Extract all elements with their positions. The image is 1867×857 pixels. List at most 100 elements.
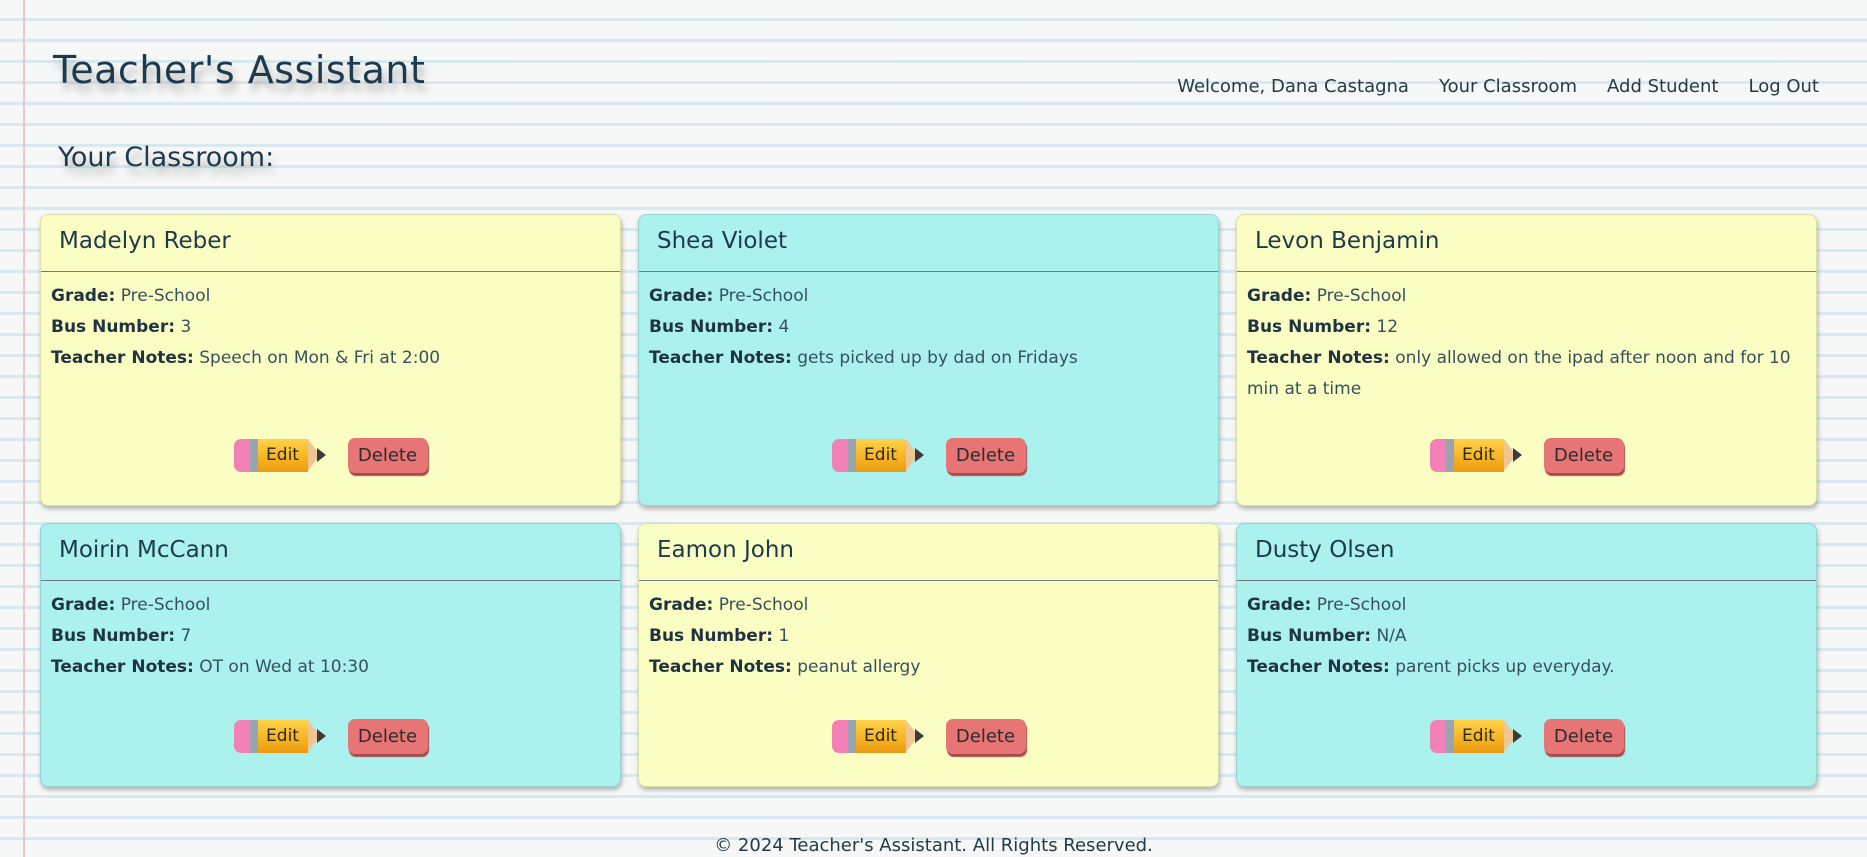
edit-label: Edit	[864, 726, 897, 746]
notes-label: Teacher Notes:	[1247, 348, 1390, 368]
student-card-grid: Madelyn Reber Grade: Pre-School Bus Numb…	[40, 214, 1818, 787]
bus-label: Bus Number:	[51, 317, 176, 337]
delete-button[interactable]: Delete	[1543, 718, 1624, 754]
grade-value: Pre-School	[1316, 286, 1407, 306]
card-actions: Edit Delete	[41, 717, 620, 755]
card-actions: Edit Delete	[639, 436, 1218, 474]
pencil-ferrule-icon	[1445, 720, 1454, 753]
delete-button[interactable]: Delete	[347, 718, 428, 754]
grade-row: Grade: Pre-School	[51, 281, 610, 312]
student-details: Grade: Pre-School Bus Number: 4 Teacher …	[639, 272, 1218, 374]
student-name: Shea Violet	[639, 215, 1218, 272]
pencil-lead-icon	[1512, 448, 1522, 462]
notes-value: parent picks up everyday.	[1395, 657, 1615, 677]
notes-label: Teacher Notes:	[649, 348, 792, 368]
bus-row: Bus Number: 12	[1247, 312, 1806, 343]
bus-row: Bus Number: 7	[51, 621, 610, 652]
notes-row: Teacher Notes: Speech on Mon & Fri at 2:…	[51, 343, 610, 374]
notes-value: Speech on Mon & Fri at 2:00	[199, 348, 441, 368]
grade-row: Grade: Pre-School	[1247, 590, 1806, 621]
grade-value: Pre-School	[120, 286, 211, 306]
notes-row: Teacher Notes: OT on Wed at 10:30	[51, 652, 610, 683]
student-name: Dusty Olsen	[1237, 524, 1816, 581]
top-nav: Welcome, Dana Castagna Your Classroom Ad…	[1177, 76, 1819, 97]
card-actions: Edit Delete	[1237, 717, 1816, 755]
app-title: Teacher's Assistant	[53, 48, 426, 92]
card-actions: Edit Delete	[41, 436, 620, 474]
edit-button[interactable]: Edit	[233, 717, 328, 755]
bus-label: Bus Number:	[51, 626, 176, 646]
grade-row: Grade: Pre-School	[1247, 281, 1806, 312]
pencil-eraser-icon	[831, 439, 848, 472]
notes-row: Teacher Notes: peanut allergy	[649, 652, 1208, 683]
edit-label: Edit	[1462, 445, 1495, 465]
delete-button[interactable]: Delete	[1543, 437, 1624, 473]
student-card: Dusty Olsen Grade: Pre-School Bus Number…	[1236, 523, 1817, 787]
pencil-lead-icon	[914, 448, 924, 462]
grade-value: Pre-School	[718, 286, 809, 306]
card-actions: Edit Delete	[639, 717, 1218, 755]
notes-label: Teacher Notes:	[51, 348, 194, 368]
bus-value: 12	[1376, 317, 1399, 337]
student-details: Grade: Pre-School Bus Number: 7 Teacher …	[41, 581, 620, 683]
pencil-eraser-icon	[233, 720, 250, 753]
welcome-text: Welcome, Dana Castagna	[1177, 76, 1409, 97]
pencil-lead-icon	[316, 729, 326, 743]
student-card: Shea Violet Grade: Pre-School Bus Number…	[638, 214, 1219, 506]
bus-label: Bus Number:	[1247, 626, 1372, 646]
pencil-ferrule-icon	[1445, 439, 1454, 472]
edit-label: Edit	[864, 445, 897, 465]
bus-row: Bus Number: 1	[649, 621, 1208, 652]
bus-label: Bus Number:	[649, 317, 774, 337]
student-card: Madelyn Reber Grade: Pre-School Bus Numb…	[40, 214, 621, 506]
edit-button[interactable]: Edit	[233, 436, 328, 474]
bus-row: Bus Number: N/A	[1247, 621, 1806, 652]
pencil-eraser-icon	[233, 439, 250, 472]
grade-row: Grade: Pre-School	[649, 281, 1208, 312]
edit-label: Edit	[266, 726, 299, 746]
student-name: Moirin McCann	[41, 524, 620, 581]
pencil-eraser-icon	[1429, 439, 1446, 472]
notes-row: Teacher Notes: only allowed on the ipad …	[1247, 343, 1806, 405]
edit-button[interactable]: Edit	[831, 436, 926, 474]
nav-link-add-student[interactable]: Add Student	[1607, 76, 1718, 97]
pencil-ferrule-icon	[249, 720, 258, 753]
bus-label: Bus Number:	[1247, 317, 1372, 337]
grade-label: Grade:	[649, 595, 714, 615]
grade-row: Grade: Pre-School	[51, 590, 610, 621]
notes-label: Teacher Notes:	[1247, 657, 1390, 677]
bus-value: 7	[180, 626, 192, 646]
edit-button[interactable]: Edit	[1429, 717, 1524, 755]
grade-label: Grade:	[51, 286, 116, 306]
card-actions: Edit Delete	[1237, 436, 1816, 474]
grade-value: Pre-School	[120, 595, 211, 615]
pencil-ferrule-icon	[847, 720, 856, 753]
delete-button[interactable]: Delete	[945, 718, 1026, 754]
student-card: Eamon John Grade: Pre-School Bus Number:…	[638, 523, 1219, 787]
bus-value: 3	[180, 317, 192, 337]
student-name: Levon Benjamin	[1237, 215, 1816, 272]
edit-button[interactable]: Edit	[1429, 436, 1524, 474]
notes-label: Teacher Notes:	[649, 657, 792, 677]
edit-button[interactable]: Edit	[831, 717, 926, 755]
nav-link-your-classroom[interactable]: Your Classroom	[1439, 76, 1577, 97]
page-heading: Your Classroom:	[58, 142, 275, 173]
bus-label: Bus Number:	[649, 626, 774, 646]
grade-row: Grade: Pre-School	[649, 590, 1208, 621]
pencil-lead-icon	[316, 448, 326, 462]
notes-label: Teacher Notes:	[51, 657, 194, 677]
bus-value: 1	[778, 626, 790, 646]
student-card: Levon Benjamin Grade: Pre-School Bus Num…	[1236, 214, 1817, 506]
delete-button[interactable]: Delete	[945, 437, 1026, 473]
notes-row: Teacher Notes: parent picks up everyday.	[1247, 652, 1806, 683]
student-details: Grade: Pre-School Bus Number: 1 Teacher …	[639, 581, 1218, 683]
notes-value: OT on Wed at 10:30	[199, 657, 369, 677]
bus-value: N/A	[1376, 626, 1407, 646]
delete-button[interactable]: Delete	[347, 437, 428, 473]
nav-link-log-out[interactable]: Log Out	[1748, 76, 1819, 97]
notes-value: peanut allergy	[797, 657, 921, 677]
bus-value: 4	[778, 317, 790, 337]
pencil-eraser-icon	[831, 720, 848, 753]
pencil-eraser-icon	[1429, 720, 1446, 753]
grade-value: Pre-School	[718, 595, 809, 615]
